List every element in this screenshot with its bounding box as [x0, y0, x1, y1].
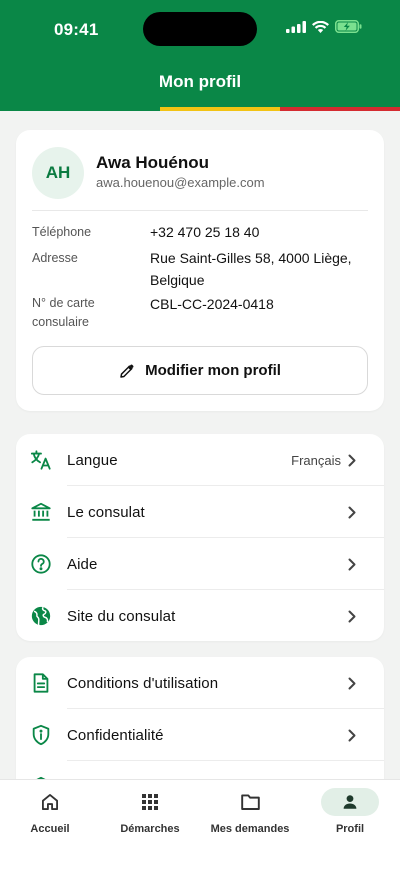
tab-label-procedures: Démarches: [120, 823, 180, 835]
profile-name: Awa Houénou: [96, 153, 210, 172]
legal-card: Conditions d'utilisation Confidentialité: [16, 657, 384, 797]
page-title: Mon profil: [158, 72, 242, 91]
menu-label-website: Site du consulat: [67, 607, 176, 625]
help-circle-icon: [30, 553, 52, 575]
profile-email: awa.houenou@example.com: [96, 175, 265, 190]
translate-icon: [30, 449, 52, 471]
menu-item-language[interactable]: Langue Français: [16, 434, 384, 486]
edit-profile-button[interactable]: Modifier mon profil: [32, 346, 368, 395]
wifi-icon: [312, 20, 329, 33]
bank-icon: [30, 501, 52, 523]
flag-yellow: [160, 107, 280, 111]
phone-label: Téléphone: [32, 225, 92, 239]
menu-label-language: Langue: [67, 451, 118, 469]
cellular-signal-icon: [286, 20, 306, 33]
card-label-line-2: consulaire: [32, 315, 89, 329]
tab-label-profile: Profil: [335, 823, 365, 835]
menu-label-privacy: Confidentialité: [67, 726, 164, 744]
document-icon: [30, 672, 52, 694]
grid-icon: [121, 788, 179, 816]
dynamic-island: [143, 12, 257, 46]
flag-strip: [0, 107, 400, 111]
menu-value-language: Français: [291, 452, 341, 468]
menu-label-consulate: Le consulat: [67, 503, 145, 521]
avatar: AH: [32, 147, 84, 199]
shield-info-icon: [30, 724, 52, 746]
address-line-2: Belgique: [150, 272, 205, 288]
menu-item-consulate-website[interactable]: Site du consulat: [16, 590, 384, 642]
profile-card: AH Awa Houénou awa.houenou@example.com T…: [16, 130, 384, 411]
chevron-right-icon: [348, 557, 358, 571]
chevron-right-icon: [348, 453, 358, 467]
tab-label-requests: Mes demandes: [210, 823, 290, 835]
menu-item-help[interactable]: Aide: [16, 538, 384, 590]
phone-value: +32 470 25 18 40: [150, 224, 260, 240]
menu-label-help: Aide: [67, 555, 98, 573]
divider: [32, 210, 368, 211]
card-label-line-1: N° de carte: [32, 296, 95, 310]
tab-home[interactable]: Accueil: [0, 788, 100, 835]
menu-card: Langue Français Le consulat Aide Site du…: [16, 434, 384, 641]
tab-profile[interactable]: Profil: [300, 788, 400, 835]
home-icon: [21, 788, 79, 816]
flag-green: [0, 107, 160, 111]
pencil-icon: [120, 364, 134, 378]
menu-item-consulate[interactable]: Le consulat: [16, 486, 384, 538]
tab-label-home: Accueil: [30, 823, 70, 835]
card-number-value: CBL-CC-2024-0418: [150, 296, 274, 312]
chevron-right-icon: [348, 676, 358, 690]
address-value: Rue Saint-Gilles 58, 4000 Liège, Belgiqu…: [150, 247, 375, 291]
address-line-1: Rue Saint-Gilles 58, 4000 Liège,: [150, 250, 352, 266]
tab-bar: Accueil Démarches Mes demandes Profil: [0, 779, 400, 869]
chevron-right-icon: [348, 728, 358, 742]
menu-item-terms[interactable]: Conditions d'utilisation: [16, 657, 384, 709]
screen: 09:41 Mon profil AH Awa Houénou awa.houe…: [0, 0, 400, 869]
chevron-right-icon: [348, 505, 358, 519]
header: 09:41 Mon profil: [0, 0, 400, 111]
tab-procedures[interactable]: Démarches: [100, 788, 200, 835]
address-label: Adresse: [32, 251, 78, 265]
card-number-label: N° de carte consulaire: [32, 294, 142, 332]
menu-label-terms: Conditions d'utilisation: [67, 674, 219, 692]
status-time: 09:41: [54, 20, 99, 39]
person-icon: [321, 788, 379, 816]
edit-profile-label: Modifier mon profil: [145, 362, 281, 379]
globe-icon: [30, 605, 52, 627]
battery-charging-icon: [335, 20, 362, 33]
menu-item-privacy[interactable]: Confidentialité: [16, 709, 384, 761]
flag-red: [280, 107, 400, 111]
folder-icon: [221, 788, 279, 816]
tab-requests[interactable]: Mes demandes: [200, 788, 300, 835]
chevron-right-icon: [348, 609, 358, 623]
status-icons: [286, 20, 362, 33]
